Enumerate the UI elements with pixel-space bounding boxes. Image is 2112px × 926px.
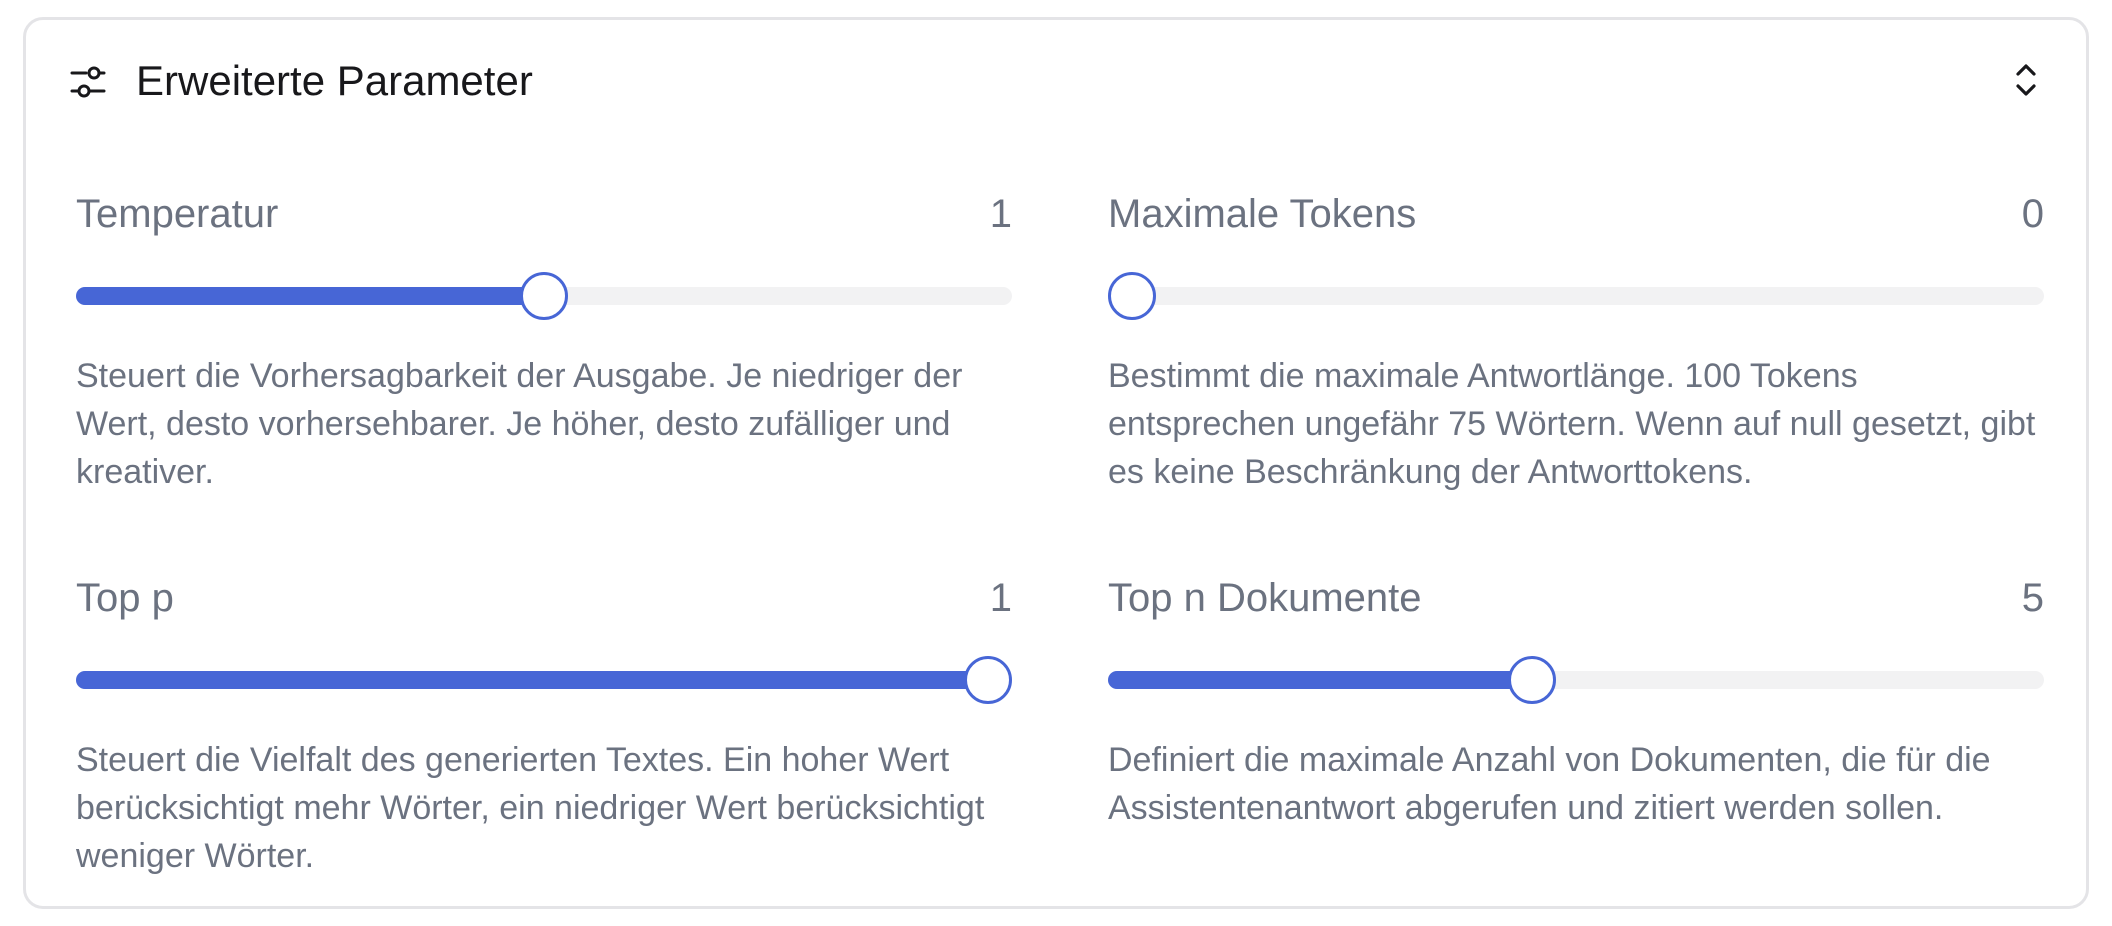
temperature-description: Steuert die Vorhersagbarkeit der Ausgabe…	[76, 357, 963, 491]
slider-track	[1108, 287, 2044, 305]
slider-fill	[1108, 671, 1532, 689]
top-n-label: Top n Dokumente	[1108, 576, 1422, 620]
chevron-up-down-icon[interactable]	[2006, 58, 2046, 102]
slider-thumb[interactable]	[520, 272, 568, 320]
temperature-value: 1	[989, 192, 1012, 236]
slider-fill	[76, 671, 988, 689]
slider-thumb[interactable]	[1507, 656, 1556, 704]
top-p-value: 1	[989, 576, 1012, 620]
param-top-n-documents: Top n Dokumente 5 Definiert die maximale…	[1108, 574, 2044, 894]
param-max-tokens: Maximale Tokens 0 Bestimmt die maximale …	[1108, 190, 2044, 510]
slider-thumb[interactable]	[964, 656, 1012, 704]
temperature-slider[interactable]	[76, 272, 1012, 320]
param-temperature: Temperatur 1 Steuert die Vorhersagbarkei…	[76, 190, 1012, 510]
max-tokens-value: 0	[2021, 192, 2044, 236]
top-n-description: Definiert die maximale Anzahl von Dokume…	[1108, 741, 1991, 827]
panel-title: Erweiterte Parameter	[136, 57, 533, 104]
param-top-p: Top p 1 Steuert die Vielfalt des generie…	[76, 574, 1012, 894]
panel-header[interactable]: Erweiterte Parameter	[26, 20, 2086, 140]
top-p-description: Steuert die Vielfalt des generierten Tex…	[76, 741, 985, 875]
top-p-slider[interactable]	[76, 656, 1012, 704]
top-n-value: 5	[2021, 576, 2044, 620]
top-n-slider[interactable]	[1108, 656, 2044, 704]
slider-thumb[interactable]	[1108, 272, 1156, 320]
sliders-icon	[68, 62, 108, 102]
max-tokens-description: Bestimmt die maximale Antwortlänge. 100 …	[1108, 357, 2036, 491]
max-tokens-label: Maximale Tokens	[1108, 192, 1417, 236]
slider-fill	[76, 287, 544, 305]
advanced-parameters-panel: Erweiterte Parameter Temperatur 1 Steuer…	[23, 17, 2089, 909]
temperature-label: Temperatur	[76, 192, 279, 236]
max-tokens-slider[interactable]	[1108, 272, 2044, 320]
top-p-label: Top p	[76, 576, 174, 620]
